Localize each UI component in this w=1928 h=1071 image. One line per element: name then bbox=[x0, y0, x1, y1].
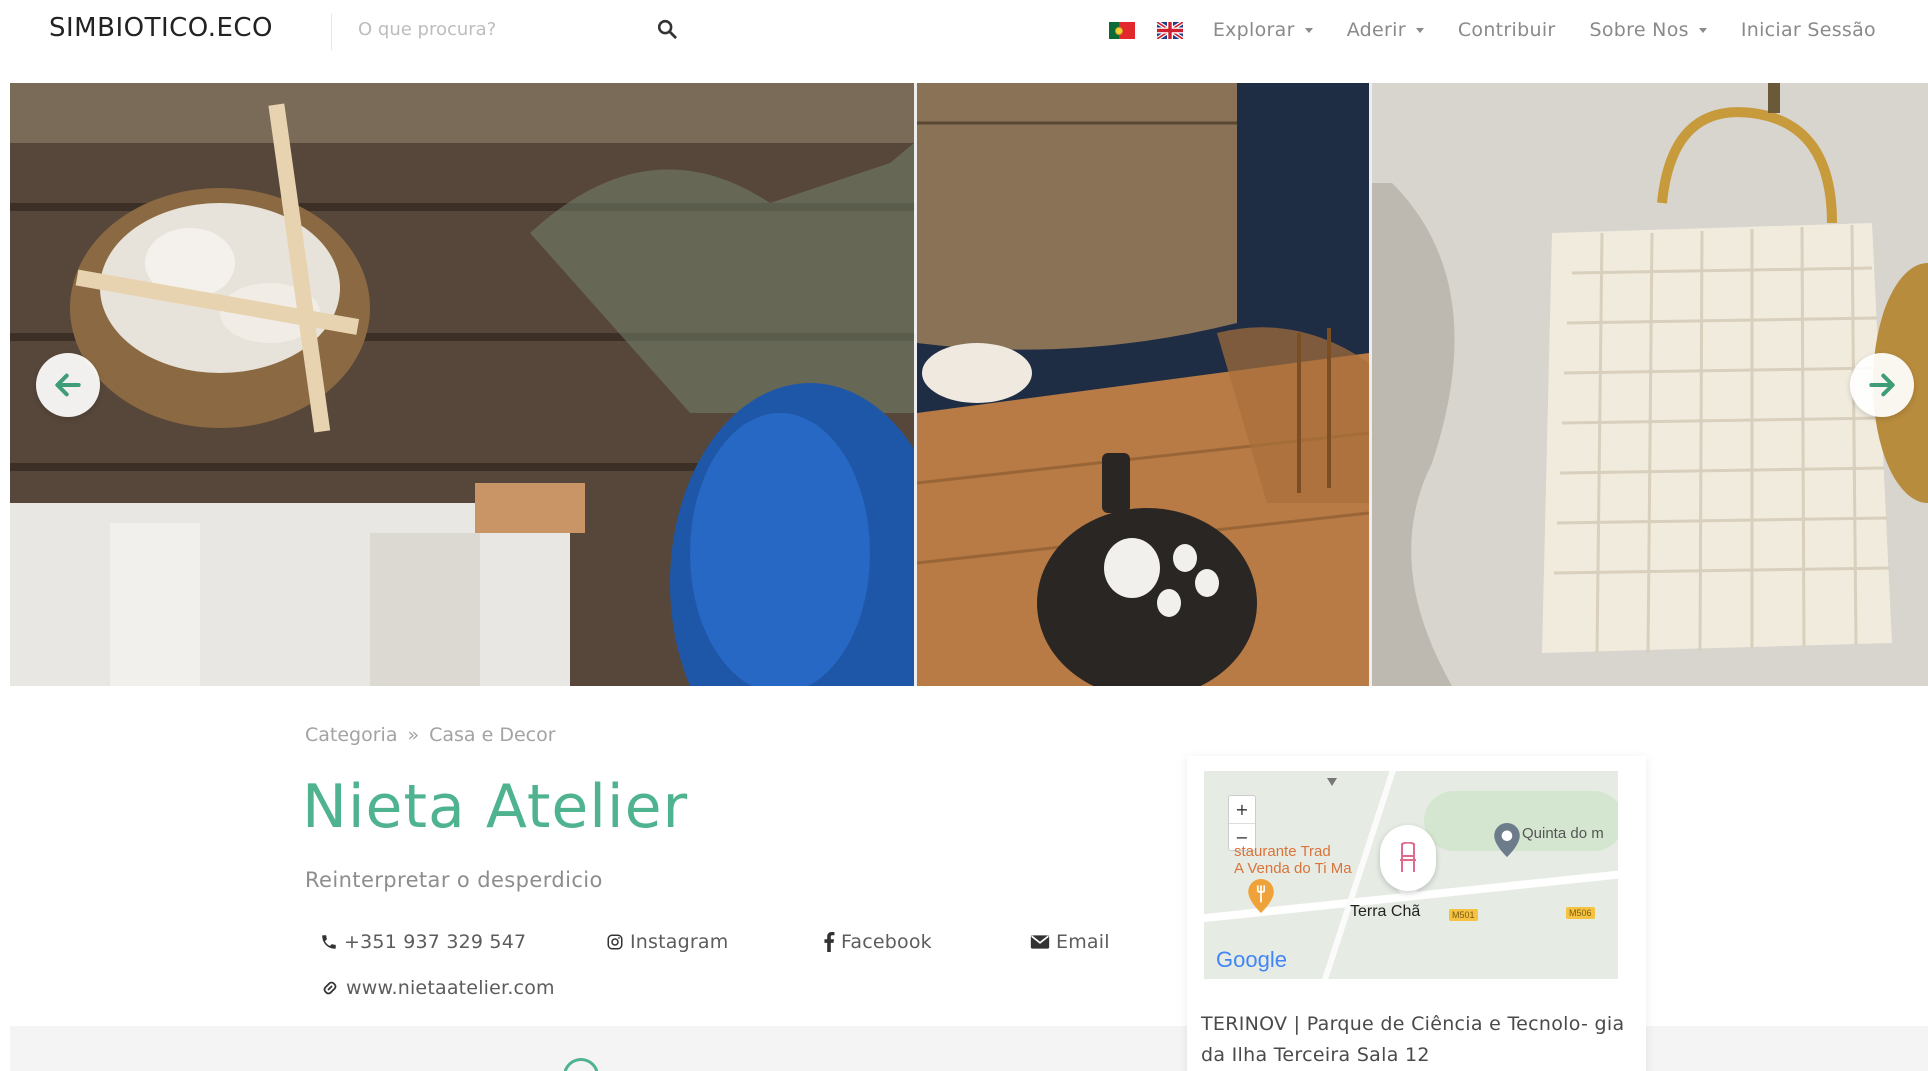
facebook-icon bbox=[823, 932, 835, 952]
map-road-label-m506: M506 bbox=[1566, 907, 1595, 919]
location-card: + − staurante Trad A Venda do Ti Ma Quin… bbox=[1187, 756, 1646, 1071]
site-logo[interactable]: SIMBIOTICO.ECO bbox=[49, 13, 273, 43]
map-green-area bbox=[1424, 791, 1618, 851]
arrow-left-icon bbox=[55, 373, 81, 397]
nav-contribuir[interactable]: Contribuir bbox=[1458, 19, 1556, 41]
website-url: www.nietaatelier.com bbox=[346, 977, 555, 999]
instagram-label: Instagram bbox=[630, 931, 729, 953]
map-north-marker-icon bbox=[1327, 778, 1337, 786]
phone-link[interactable]: +351 937 329 547 bbox=[320, 931, 526, 953]
arrow-right-icon bbox=[1869, 373, 1895, 397]
google-logo: Google bbox=[1216, 947, 1287, 972]
map-label-restaurant-line2: A Venda do Ti Ma bbox=[1234, 860, 1352, 877]
email-link[interactable]: Email bbox=[1030, 931, 1110, 953]
header-divider bbox=[331, 14, 332, 50]
slider-prev-button[interactable] bbox=[36, 353, 100, 417]
location-map[interactable]: + − staurante Trad A Venda do Ti Ma Quin… bbox=[1204, 771, 1618, 979]
business-address: TERINOV | Parque de Ciência e Tecnolo- g… bbox=[1201, 1013, 1625, 1066]
map-label-restaurant-line1: staurante Trad bbox=[1234, 843, 1331, 860]
slider-image-bag bbox=[1372, 83, 1928, 686]
search-icon bbox=[657, 19, 677, 39]
breadcrumb-category-link[interactable]: Categoria bbox=[305, 724, 397, 746]
map-label-restaurant: staurante Trad A Venda do Ti Ma bbox=[1234, 843, 1352, 877]
location-pin-icon[interactable] bbox=[1494, 823, 1520, 861]
image-slider[interactable] bbox=[10, 83, 1928, 686]
map-zoom-in-button[interactable]: + bbox=[1229, 796, 1255, 823]
chevron-down-icon bbox=[1415, 27, 1424, 33]
nav-aderir[interactable]: Aderir bbox=[1347, 19, 1424, 41]
breadcrumb: Categoria » Casa e Decor bbox=[305, 724, 556, 746]
restaurant-pin-icon[interactable] bbox=[1248, 879, 1274, 917]
nav-iniciar-sessao[interactable]: Iniciar Sessão bbox=[1741, 19, 1876, 41]
business-tagline: Reinterpretar o desperdicio bbox=[305, 868, 603, 892]
map-road-label-m501: M501 bbox=[1449, 909, 1478, 921]
slider-image-table bbox=[917, 83, 1369, 686]
slider-next-button[interactable] bbox=[1850, 353, 1914, 417]
portugal-flag-icon[interactable] bbox=[1108, 21, 1135, 39]
facebook-label: Facebook bbox=[841, 931, 932, 953]
chair-icon bbox=[1400, 842, 1416, 872]
slider-image-basket bbox=[10, 83, 914, 686]
nav-explorar-label: Explorar bbox=[1212, 19, 1295, 41]
link-icon bbox=[320, 979, 340, 997]
instagram-link[interactable]: Instagram bbox=[606, 931, 728, 953]
search-button[interactable] bbox=[652, 14, 682, 44]
breadcrumb-current-link[interactable]: Casa e Decor bbox=[429, 724, 555, 746]
phone-icon bbox=[320, 933, 338, 951]
map-label-quinta: Quinta do m bbox=[1522, 825, 1604, 842]
nav-contribuir-label: Contribuir bbox=[1457, 19, 1556, 41]
nav-aderir-label: Aderir bbox=[1346, 19, 1406, 41]
breadcrumb-separator: » bbox=[407, 724, 420, 746]
chevron-down-icon bbox=[1698, 27, 1707, 33]
envelope-icon bbox=[1030, 934, 1050, 950]
uk-flag-icon[interactable] bbox=[1156, 21, 1183, 39]
chevron-down-icon bbox=[1304, 27, 1313, 33]
nav-sobre-nos-label: Sobre Nos bbox=[1589, 19, 1689, 41]
page-title: Nieta Atelier bbox=[302, 772, 689, 842]
nav-iniciar-sessao-label: Iniciar Sessão bbox=[1740, 19, 1876, 41]
search-input[interactable] bbox=[358, 14, 648, 44]
map-label-terra-cha: Terra Chã bbox=[1350, 903, 1421, 920]
instagram-icon bbox=[606, 933, 624, 951]
map-marker-icon[interactable] bbox=[1380, 825, 1436, 891]
main-nav: Explorar Aderir Contribuir Sobre Nos Ini… bbox=[1108, 16, 1876, 44]
site-header: SIMBIOTICO.ECO Explorar bbox=[0, 0, 1928, 78]
nav-sobre-nos[interactable]: Sobre Nos bbox=[1590, 19, 1707, 41]
email-label: Email bbox=[1056, 931, 1110, 953]
facebook-link[interactable]: Facebook bbox=[823, 931, 932, 953]
website-link[interactable]: www.nietaatelier.com bbox=[320, 977, 555, 999]
phone-number: +351 937 329 547 bbox=[344, 931, 527, 953]
nav-explorar[interactable]: Explorar bbox=[1213, 19, 1313, 41]
